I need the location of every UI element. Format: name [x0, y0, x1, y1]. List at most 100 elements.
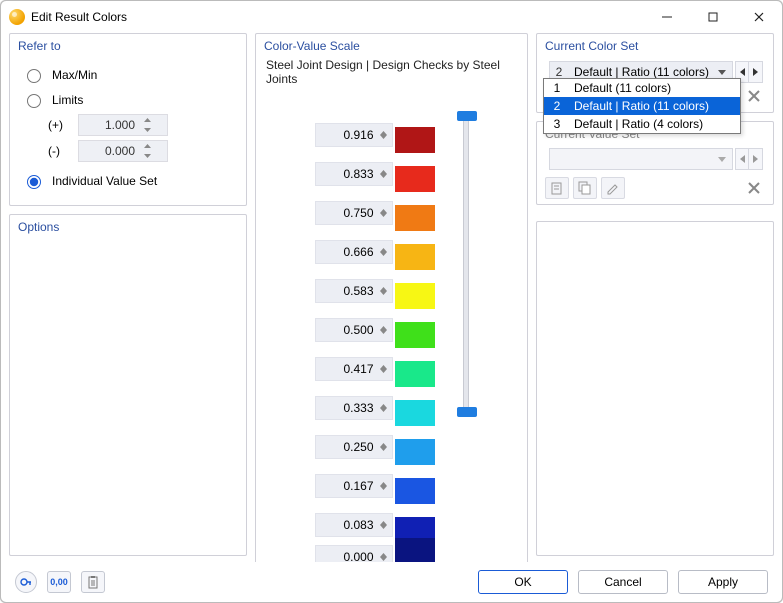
scale-step-down[interactable] [378, 447, 390, 451]
refer-to-heading: Refer to [10, 34, 246, 58]
scale-row: 0.167 [315, 467, 435, 504]
scale-value-label: 0.916 [320, 128, 378, 142]
radio-limits-label: Limits [52, 93, 83, 107]
limit-minus-step-up[interactable] [139, 141, 155, 151]
scale-value-label: 0.333 [320, 401, 378, 415]
scale-value-2[interactable]: 0.750 [315, 201, 393, 225]
value-set-copy[interactable] [573, 177, 597, 199]
limit-minus-step-down[interactable] [139, 151, 155, 161]
color-set-option[interactable]: 1Default (11 colors) [544, 79, 740, 97]
scale-slider-track[interactable] [463, 116, 469, 412]
color-set-option[interactable]: 2Default | Ratio (11 colors) [544, 97, 740, 115]
scale-value-1[interactable]: 0.833 [315, 162, 393, 186]
scale-swatch[interactable] [395, 538, 435, 563]
scale-value-label: 0.833 [320, 167, 378, 181]
radio-individual-input[interactable] [27, 175, 41, 189]
scale-step-down[interactable] [378, 330, 390, 334]
radio-max-min-input[interactable] [27, 69, 41, 83]
close-icon [747, 181, 761, 195]
radio-individual[interactable]: Individual Value Set [22, 168, 236, 193]
scale-slider-thumb-bottom[interactable] [457, 407, 477, 417]
scale-step-down[interactable] [378, 369, 390, 373]
radio-individual-label: Individual Value Set [52, 174, 157, 188]
limit-plus-field[interactable] [78, 114, 168, 136]
scale-value-10[interactable]: 0.083 [315, 513, 393, 537]
help-button[interactable] [15, 571, 37, 593]
number-format-button[interactable]: 0,00 [47, 571, 71, 593]
scale-swatch[interactable] [395, 244, 435, 270]
scale-value-0[interactable]: 0.916 [315, 123, 393, 147]
scale-heading: Color-Value Scale [256, 34, 527, 58]
value-set-new[interactable] [545, 177, 569, 199]
options-panel: Options [9, 214, 247, 556]
cancel-button[interactable]: Cancel [578, 570, 668, 594]
scale-value-7[interactable]: 0.333 [315, 396, 393, 420]
limit-plus-input[interactable] [79, 118, 139, 132]
value-set-select[interactable] [549, 148, 733, 170]
scale-value-label: 0.500 [320, 323, 378, 337]
limit-minus-input[interactable] [79, 144, 139, 158]
scale-step-down[interactable] [378, 408, 390, 412]
limit-plus-step-up[interactable] [139, 115, 155, 125]
scale-swatch[interactable] [395, 439, 435, 465]
value-set-edit[interactable] [601, 177, 625, 199]
scale-row: 0.333 [315, 389, 435, 426]
close-button[interactable] [736, 1, 782, 33]
value-set-prev[interactable] [735, 148, 749, 170]
scale-value-6[interactable]: 0.417 [315, 357, 393, 381]
scale-subtitle: Steel Joint Design | Design Checks by St… [256, 58, 527, 94]
scale-step-down[interactable] [378, 135, 390, 139]
scale-step-down[interactable] [378, 213, 390, 217]
scale-row: 0.583 [315, 272, 435, 309]
scale-row: 0.916 [315, 116, 435, 153]
scale-row: 0.666 [315, 233, 435, 270]
scale-value-4[interactable]: 0.583 [315, 279, 393, 303]
scale-swatch[interactable] [395, 400, 435, 426]
scale-swatch[interactable] [395, 127, 435, 153]
scale-value-9[interactable]: 0.167 [315, 474, 393, 498]
maximize-button[interactable] [690, 1, 736, 33]
scale-swatch[interactable] [395, 478, 435, 504]
scale-step-down[interactable] [378, 525, 390, 529]
scale-step-down[interactable] [378, 174, 390, 178]
radio-limits-input[interactable] [27, 94, 41, 108]
scale-value-last[interactable]: 0.000 [315, 545, 393, 562]
scale-swatch[interactable] [395, 361, 435, 387]
current-color-set-panel: Current Color Set 2 Default | Ratio (11 … [536, 33, 774, 113]
scale-swatch[interactable] [395, 283, 435, 309]
limit-plus-step-down[interactable] [139, 125, 155, 135]
color-set-delete[interactable] [741, 84, 767, 108]
limit-minus-field[interactable] [78, 140, 168, 162]
scale-swatch[interactable] [395, 322, 435, 348]
ok-button[interactable]: OK [478, 570, 568, 594]
value-set-delete[interactable] [741, 176, 767, 200]
scale-step-down[interactable] [378, 486, 390, 490]
limit-minus-label: (-) [48, 144, 72, 158]
value-set-next[interactable] [749, 148, 763, 170]
color-set-dropdown[interactable]: 1Default (11 colors)2Default | Ratio (11… [543, 78, 741, 134]
scale-row: 0.750 [315, 194, 435, 231]
minimize-button[interactable] [644, 1, 690, 33]
scale-swatch[interactable] [395, 166, 435, 192]
ok-button-label: OK [514, 575, 531, 589]
scale-slider-thumb-top[interactable] [457, 111, 477, 121]
scale-value-label: 0.583 [320, 284, 378, 298]
titlebar: Edit Result Colors [1, 1, 782, 33]
scale-step-down[interactable] [378, 557, 390, 561]
scale-step-down[interactable] [378, 252, 390, 256]
scale-value-5[interactable]: 0.500 [315, 318, 393, 342]
scale-value-3[interactable]: 0.666 [315, 240, 393, 264]
scale-swatch[interactable] [395, 205, 435, 231]
color-set-selected-label: Default | Ratio (11 colors) [568, 65, 712, 79]
radio-max-min[interactable]: Max/Min [22, 62, 236, 87]
color-set-option[interactable]: 3Default | Ratio (4 colors) [544, 115, 740, 133]
radio-limits[interactable]: Limits [22, 87, 236, 112]
color-set-option-index: 3 [544, 117, 570, 131]
color-set-option-index: 2 [544, 99, 570, 113]
scale-step-down[interactable] [378, 291, 390, 295]
clipboard-button[interactable] [81, 571, 105, 593]
scale-value-label: 0.250 [320, 440, 378, 454]
window-controls [644, 1, 782, 33]
scale-value-8[interactable]: 0.250 [315, 435, 393, 459]
apply-button[interactable]: Apply [678, 570, 768, 594]
